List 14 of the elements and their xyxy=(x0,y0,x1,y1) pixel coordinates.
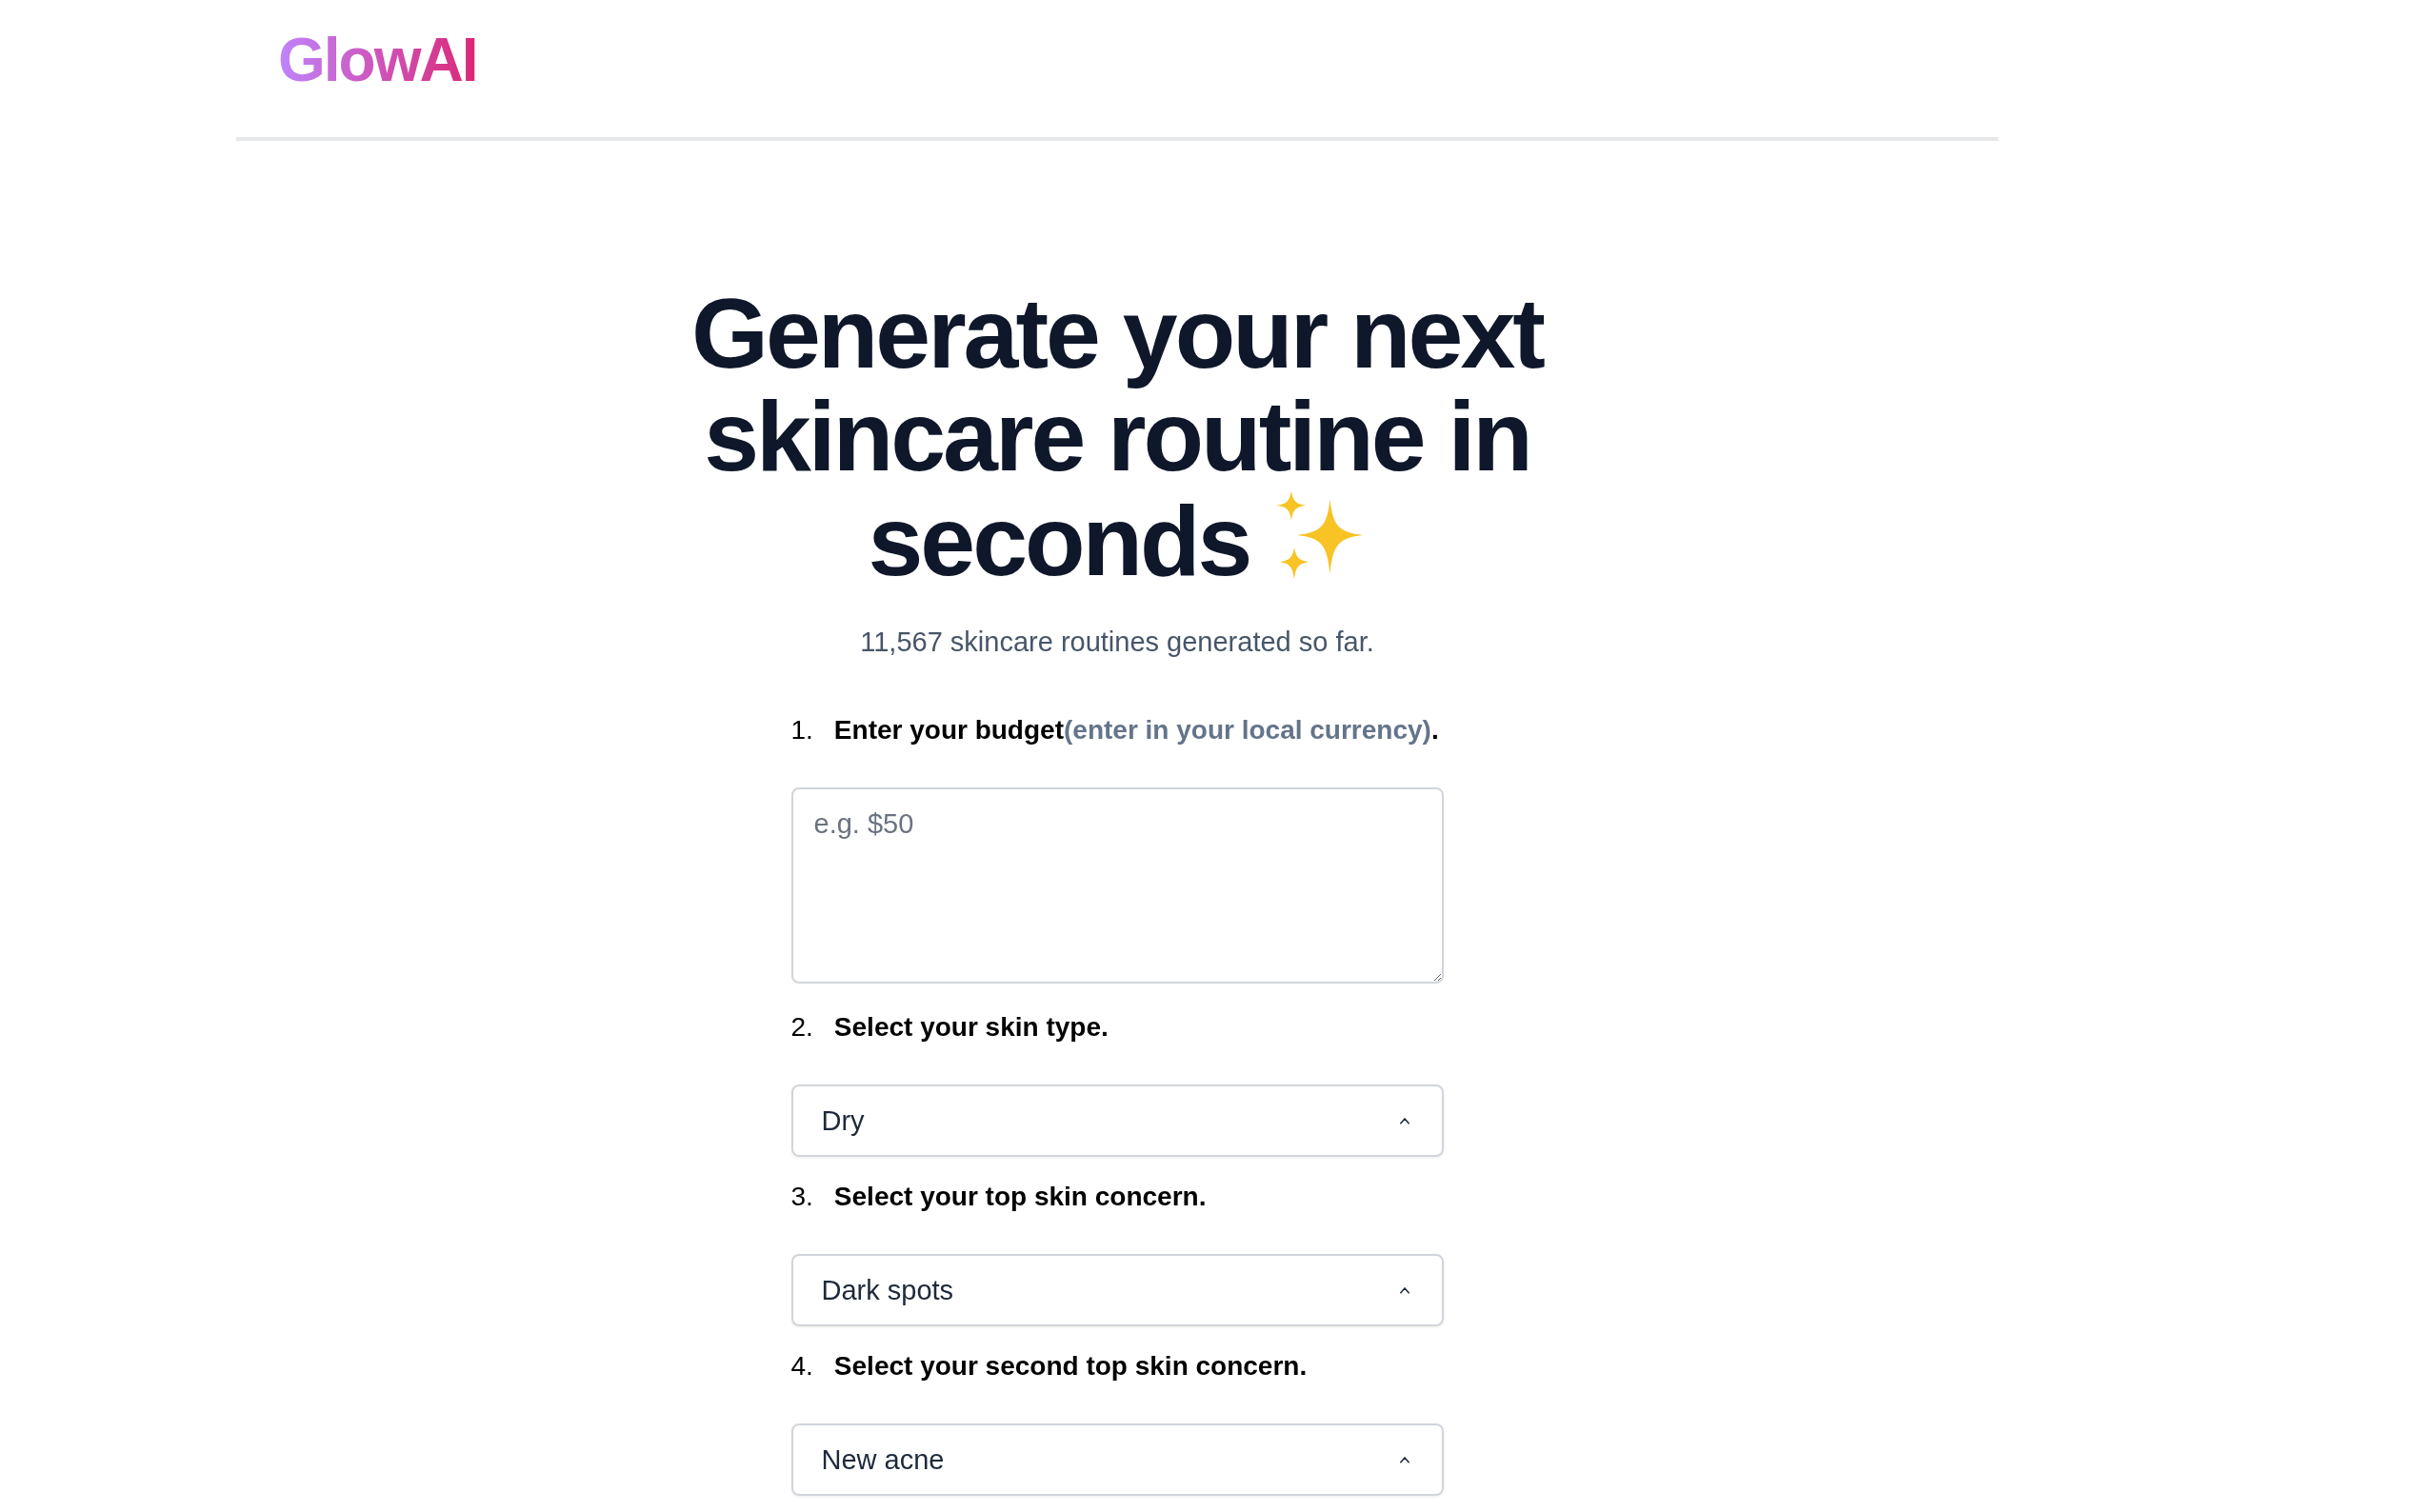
routines-count: 11,567 skincare routines generated so far. xyxy=(860,627,1374,658)
step-label: Select your top skin concern. xyxy=(833,1182,1207,1212)
step-number: 4. xyxy=(790,1351,813,1382)
step-label: Select your second top skin concern. xyxy=(833,1351,1308,1382)
step-number: 1. xyxy=(790,715,813,746)
dropdown[interactable]: Dark spots xyxy=(790,1254,1444,1326)
step-number: 3. xyxy=(790,1182,813,1212)
dropdown[interactable]: New acne xyxy=(790,1423,1444,1496)
dropdown[interactable]: Dry xyxy=(790,1084,1444,1157)
page-title: Generate your next skincare routine in seconds xyxy=(690,282,1545,592)
step-label: Enter your budget(enter in your local currency). xyxy=(833,715,1439,746)
budget-field[interactable]: e.g. $50 xyxy=(790,787,1444,984)
step-number: 2. xyxy=(790,1012,813,1043)
step-label: Select your skin type. xyxy=(833,1012,1109,1043)
